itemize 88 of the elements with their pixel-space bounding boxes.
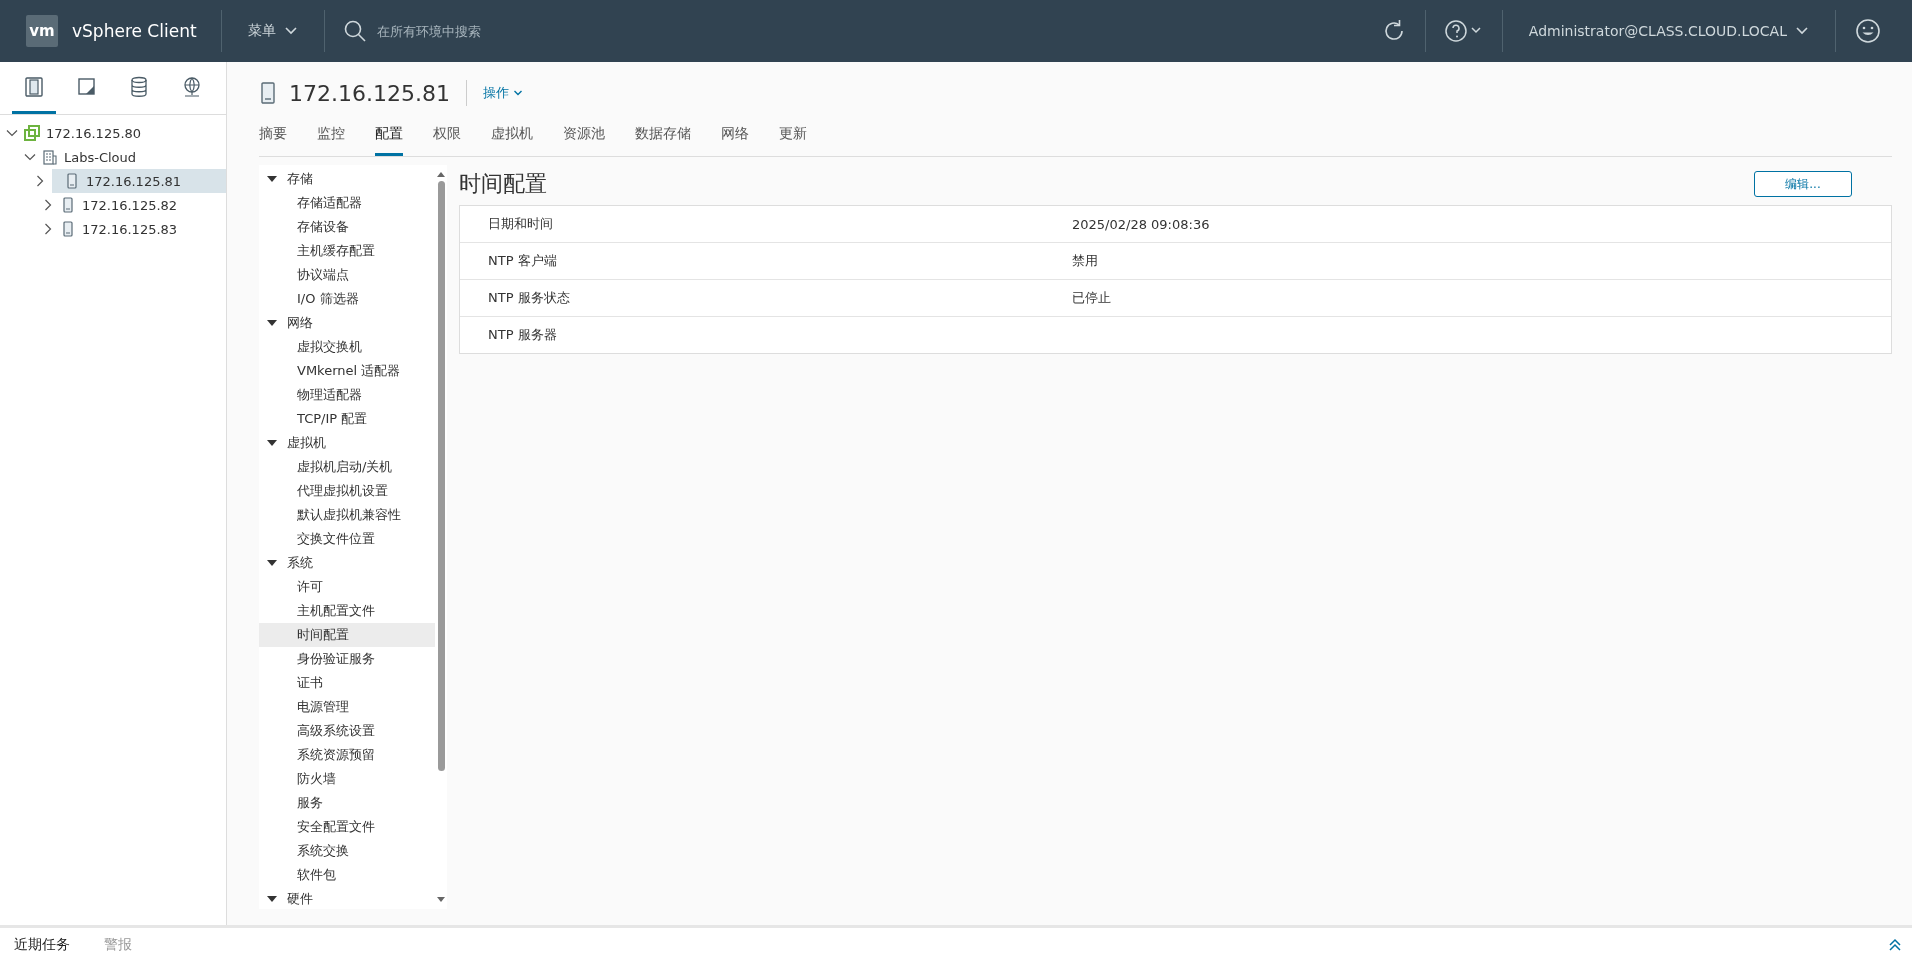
caret-icon: [42, 199, 54, 211]
tree-item[interactable]: 172.16.125.83: [0, 217, 226, 241]
server-icon: [259, 81, 277, 105]
menu-item[interactable]: 虚拟机启动/关机: [259, 455, 435, 479]
caret-icon: [24, 151, 36, 163]
search-field[interactable]: 在所有环境中搜索: [374, 22, 679, 40]
user-menu[interactable]: Administrator@CLASS.CLOUD.LOCAL: [1502, 23, 1835, 39]
tree-item[interactable]: 172.16.125.80: [0, 121, 226, 145]
property-value: 已停止: [1072, 289, 1111, 307]
property-label: 日期和时间: [487, 215, 554, 233]
tree-item[interactable]: Labs-Cloud: [0, 145, 226, 169]
object-title: 172.16.125.81: [289, 80, 450, 106]
property-label: NTP 服务器: [487, 326, 558, 344]
tab[interactable]: 数据存储: [635, 125, 691, 156]
menu-item[interactable]: 身份验证服务: [259, 647, 435, 671]
caret-icon: [267, 174, 277, 184]
menu-item[interactable]: I/O 筛选器: [259, 287, 435, 311]
menu-item[interactable]: 系统资源预留: [259, 743, 435, 767]
caret-icon: [34, 175, 46, 187]
property-label: NTP 服务状态: [487, 289, 571, 307]
menu-item[interactable]: 默认虚拟机兼容性: [259, 503, 435, 527]
menu-item[interactable]: VMkernel 适配器: [259, 359, 435, 383]
scrollbar-thumb[interactable]: [437, 181, 445, 771]
caret-icon: [6, 127, 18, 139]
caret-icon: [267, 318, 277, 328]
chevron-icon: [1795, 26, 1809, 36]
caret-icon: [42, 223, 54, 235]
building-icon: [42, 149, 58, 165]
menu-group[interactable]: 硬件: [259, 887, 435, 911]
menu-item[interactable]: 系统交换: [259, 839, 435, 863]
menu-item[interactable]: 存储适配器: [259, 191, 435, 215]
edit-button[interactable]: 编辑...: [1754, 171, 1852, 197]
tab[interactable]: 配置: [375, 125, 403, 156]
expand-icon[interactable]: [1888, 938, 1902, 952]
chevron-icon: [512, 89, 523, 97]
actions-menu[interactable]: 操作: [482, 84, 523, 102]
tab[interactable]: 更新: [779, 125, 807, 156]
menu-item[interactable]: 协议端点: [259, 263, 435, 287]
server-icon: [64, 173, 80, 189]
chevron-icon: [283, 26, 298, 36]
property-value: 2025/02/28 09:08:36: [1072, 216, 1210, 232]
menu-item[interactable]: 主机配置文件: [259, 599, 435, 623]
tab[interactable]: 权限: [433, 125, 461, 156]
menu-item[interactable]: 软件包: [259, 863, 435, 887]
menu-item[interactable]: 高级系统设置: [259, 719, 435, 743]
menu-item[interactable]: 防火墙: [259, 767, 435, 791]
menu-item[interactable]: 虚拟交换机: [259, 335, 435, 359]
property-label: NTP 客户端: [487, 252, 558, 270]
smiley-icon[interactable]: [1854, 17, 1882, 45]
vcenter-icon: [24, 125, 40, 141]
scroll-up-icon[interactable]: [437, 171, 445, 177]
menu-group[interactable]: 网络: [259, 311, 435, 335]
caret-icon: [267, 558, 277, 568]
tab[interactable]: 资源池: [563, 125, 605, 156]
tab[interactable]: 网络: [721, 125, 749, 156]
tab[interactable]: 摘要: [259, 125, 287, 156]
menu-item[interactable]: 安全配置文件: [259, 815, 435, 839]
property-value: 禁用: [1072, 252, 1098, 270]
section-title: 时间配置: [459, 170, 547, 198]
menu-item[interactable]: 主机缓存配置: [259, 239, 435, 263]
server-icon: [60, 221, 76, 237]
menu-item[interactable]: 交换文件位置: [259, 527, 435, 551]
tab[interactable]: 虚拟机: [491, 125, 533, 156]
menu-group[interactable]: 虚拟机: [259, 431, 435, 455]
menu-button[interactable]: 菜单: [221, 22, 324, 40]
menu-item[interactable]: 许可: [259, 575, 435, 599]
server-icon: [60, 197, 76, 213]
vm-icon: [75, 75, 98, 98]
scroll-down-icon[interactable]: [437, 897, 445, 903]
menu-group[interactable]: 存储: [259, 167, 435, 191]
menu-item[interactable]: 代理虚拟机设置: [259, 479, 435, 503]
tab[interactable]: 监控: [317, 125, 345, 156]
menu-item[interactable]: 电源管理: [259, 695, 435, 719]
panel-tab[interactable]: 近期任务: [14, 936, 70, 954]
logo-icon: vm: [26, 15, 58, 47]
menu-item[interactable]: 时间配置: [259, 623, 435, 647]
caret-icon: [267, 438, 277, 448]
menu-item[interactable]: 物理适配器: [259, 383, 435, 407]
menu-item[interactable]: 证书: [259, 671, 435, 695]
caret-icon: [267, 894, 277, 904]
menu-item[interactable]: TCP/IP 配置: [259, 407, 435, 431]
menu-group[interactable]: 系统: [259, 551, 435, 575]
menu-item[interactable]: 服务: [259, 791, 435, 815]
app-name: vSphere Client: [72, 21, 197, 41]
search-icon: [342, 19, 367, 43]
hosts-icon: [23, 75, 46, 98]
tree-item[interactable]: 172.16.125.82: [0, 193, 226, 217]
menu-item[interactable]: 存储设备: [259, 215, 435, 239]
